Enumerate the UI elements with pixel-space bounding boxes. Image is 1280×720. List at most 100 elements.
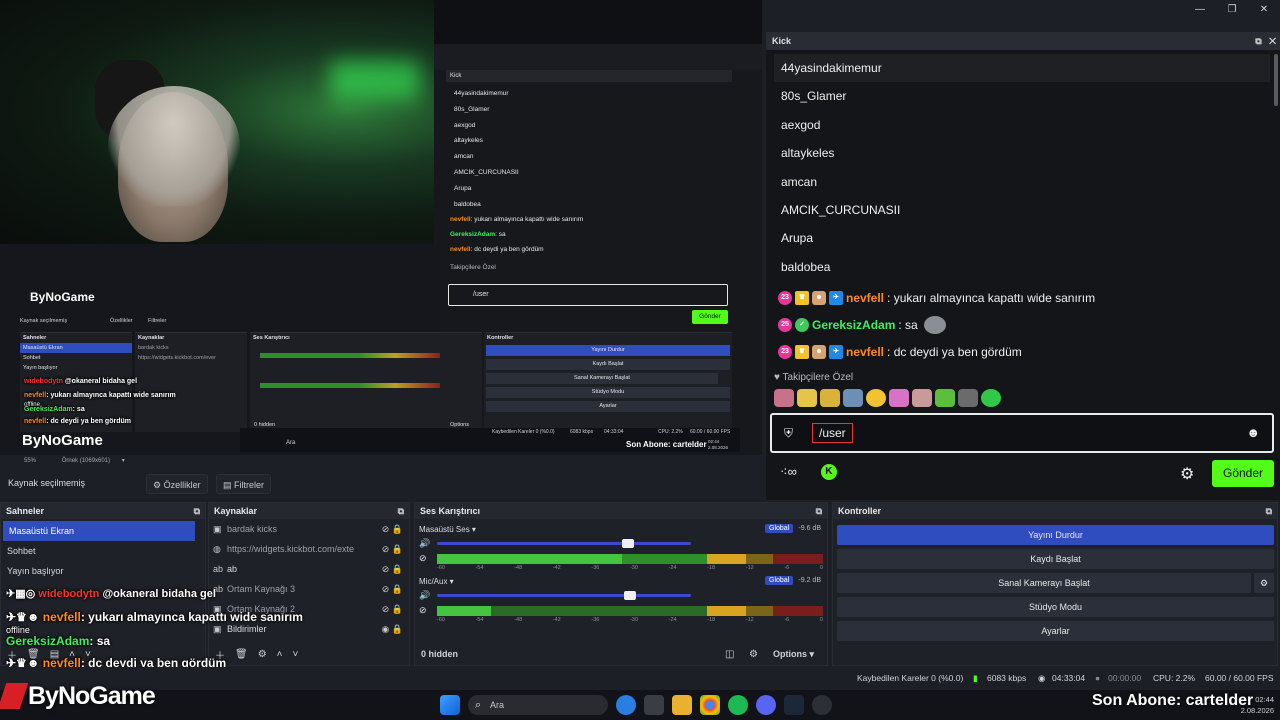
- streamer-hair: [108, 86, 240, 206]
- emote-icon[interactable]: [981, 389, 1001, 407]
- task-view-icon[interactable]: [644, 695, 664, 715]
- stream-preview[interactable]: Kick 44yasindakimemur 80s_Glamer aexgod …: [0, 0, 762, 458]
- chevron-down-icon[interactable]: ▾: [122, 458, 125, 464]
- restore-icon[interactable]: ❐: [1216, 2, 1248, 16]
- scene-item[interactable]: Masaüstü Ekran: [3, 521, 195, 541]
- visibility-lock-icons[interactable]: ⊘ 🔒: [382, 579, 403, 599]
- user-list-item[interactable]: amcan: [774, 168, 1270, 196]
- gear-icon[interactable]: ⚙: [258, 649, 267, 660]
- chat-message[interactable]: 25 ✓ GereksizAdam: sa: [778, 311, 1272, 338]
- shield-icon[interactable]: ⛨: [784, 426, 793, 441]
- visibility-lock-icons[interactable]: ⊘ 🔒: [382, 539, 403, 559]
- zoom-level[interactable]: 55%: [24, 458, 36, 464]
- start-virtual-camera-button[interactable]: Sanal Kamerayı Başlat: [837, 573, 1251, 593]
- emote-icon[interactable]: [797, 389, 817, 407]
- source-item[interactable]: ab Ortam Kaynağı 3 ⊘ 🔒: [209, 579, 409, 599]
- windows-start-icon[interactable]: [440, 695, 460, 715]
- scene-item[interactable]: Yayın başlıyor: [1, 561, 205, 581]
- emote-icon[interactable]: [820, 389, 840, 407]
- visibility-lock-icons[interactable]: ⊘ 🔒: [382, 519, 403, 539]
- visibility-lock-icons[interactable]: ◉ 🔒: [381, 619, 403, 639]
- taskbar-search[interactable]: Ara: [468, 695, 608, 715]
- close-icon[interactable]: ✕: [1248, 2, 1280, 16]
- scene-item[interactable]: Sohbet: [1, 541, 205, 561]
- user-list-item[interactable]: 44yasindakimemur: [774, 54, 1270, 83]
- chat-input[interactable]: ⛨ /user ☻: [770, 413, 1274, 453]
- meter-tick-label: -30: [629, 617, 638, 623]
- source-item[interactable]: ▣ bardak kicks ⊘ 🔒: [209, 519, 409, 539]
- mini-controls-dock: Kontroller Yayını Durdur Kaydı Başlat Sa…: [484, 332, 732, 432]
- user-list-item[interactable]: baldobea: [774, 253, 1270, 276]
- emote-icon[interactable]: [935, 389, 955, 407]
- float-icon[interactable]: ⧉: [398, 503, 404, 519]
- emote-icon[interactable]: [958, 389, 978, 407]
- layout-icon[interactable]: ◫: [725, 649, 734, 660]
- file-explorer-icon[interactable]: [672, 695, 692, 715]
- preview-resolution[interactable]: Örnek (1069x601): [62, 458, 110, 464]
- filters-button[interactable]: ▤ Filtreler: [216, 474, 272, 494]
- advanced-audio-icon[interactable]: ⚙: [749, 649, 758, 660]
- emote-icon[interactable]: [912, 389, 932, 407]
- kick-logo-icon[interactable]: K: [820, 464, 837, 480]
- stop-stream-button[interactable]: Yayını Durdur: [837, 525, 1274, 545]
- user-list-item[interactable]: Arupa: [774, 224, 1270, 252]
- emote-icon[interactable]: [889, 389, 909, 407]
- volume-slider[interactable]: [437, 539, 691, 548]
- emote-icon[interactable]: [774, 389, 794, 407]
- chat-input-value[interactable]: /user: [812, 423, 853, 443]
- volume-icon[interactable]: 🔊: [419, 590, 430, 601]
- studio-mode-button[interactable]: Stüdyo Modu: [837, 597, 1274, 617]
- visibility-lock-icons[interactable]: ⊘ 🔒: [382, 559, 403, 579]
- emoji-icon[interactable]: ☻: [1246, 425, 1260, 440]
- chat-message[interactable]: 23 ♛ ☻ ✈ nevfell: yukarı almayınca kapat…: [778, 284, 1272, 311]
- minimize-icon[interactable]: —: [1184, 2, 1216, 16]
- options-menu[interactable]: Options ▾: [773, 649, 814, 660]
- discord-icon[interactable]: [756, 695, 776, 715]
- options-label: Options: [773, 648, 807, 659]
- volume-slider-handle[interactable]: [621, 539, 634, 548]
- float-icon[interactable]: ⧉: [1255, 36, 1261, 46]
- chat-username[interactable]: nevfell: [846, 291, 884, 305]
- settings-button[interactable]: Ayarlar: [837, 621, 1274, 641]
- channel-lock-icon[interactable]: ⊘: [419, 553, 427, 564]
- user-list-scrollbar[interactable]: [1274, 54, 1278, 106]
- meter-tick-label: -42: [552, 617, 561, 623]
- channel-lock-icon[interactable]: ⊘: [419, 605, 427, 616]
- emote-icon[interactable]: [866, 389, 886, 407]
- emote-icon[interactable]: [843, 389, 863, 407]
- volume-icon[interactable]: 🔊: [419, 538, 430, 549]
- send-button[interactable]: Gönder: [1212, 460, 1274, 487]
- meter-tick-label: -48: [514, 565, 523, 571]
- user-list-item[interactable]: aexgod: [774, 111, 1270, 139]
- start-recording-button[interactable]: Kaydı Başlat: [837, 549, 1274, 569]
- chat-settings-gear-icon[interactable]: ⚙: [1180, 464, 1194, 484]
- source-item[interactable]: ab ab ⊘ 🔒: [209, 559, 409, 579]
- properties-button[interactable]: ⚙ Özellikler: [146, 474, 208, 494]
- volume-slider[interactable]: [437, 591, 691, 600]
- chevron-down-icon[interactable]: ˅: [293, 649, 299, 660]
- chat-username[interactable]: nevfell: [846, 345, 884, 359]
- chat-username[interactable]: GereksizAdam: [812, 318, 895, 332]
- steam-icon[interactable]: [784, 695, 804, 715]
- channel-name: Masaüstü Ses ▾: [419, 525, 476, 534]
- user-list-item[interactable]: 80s_Glamer: [774, 82, 1270, 110]
- trash-icon[interactable]: 🗑: [235, 649, 248, 660]
- user-list-item[interactable]: altaykeles: [774, 139, 1270, 167]
- close-icon[interactable]: ✕: [1269, 36, 1276, 46]
- points-icon[interactable]: ⁖∞: [780, 464, 797, 480]
- chevron-up-icon[interactable]: ˄: [277, 649, 283, 660]
- float-icon[interactable]: ⧉: [1266, 503, 1272, 519]
- user-list-item[interactable]: AMCIK_CURCUNASII: [774, 196, 1270, 224]
- float-icon[interactable]: ⧉: [194, 503, 200, 519]
- source-item[interactable]: ◍ https://widgets.kickbot.com/exte ⊘ 🔒: [209, 539, 409, 559]
- edge-icon[interactable]: [616, 695, 636, 715]
- volume-slider-handle[interactable]: [624, 591, 637, 600]
- chat-message[interactable]: 23 ♛ ☻ ✈ nevfell: dc deydi ya ben gördüm: [778, 338, 1272, 365]
- chrome-icon[interactable]: [700, 695, 720, 715]
- float-icon[interactable]: ⧉: [816, 503, 822, 519]
- obs-icon[interactable]: [812, 695, 832, 715]
- visibility-lock-icons[interactable]: ⊘ 🔒: [382, 599, 403, 619]
- dock-controls: ⧉ ✕: [1255, 32, 1276, 50]
- virtual-camera-gear-icon[interactable]: ⚙: [1254, 573, 1274, 593]
- spotify-icon[interactable]: [728, 695, 748, 715]
